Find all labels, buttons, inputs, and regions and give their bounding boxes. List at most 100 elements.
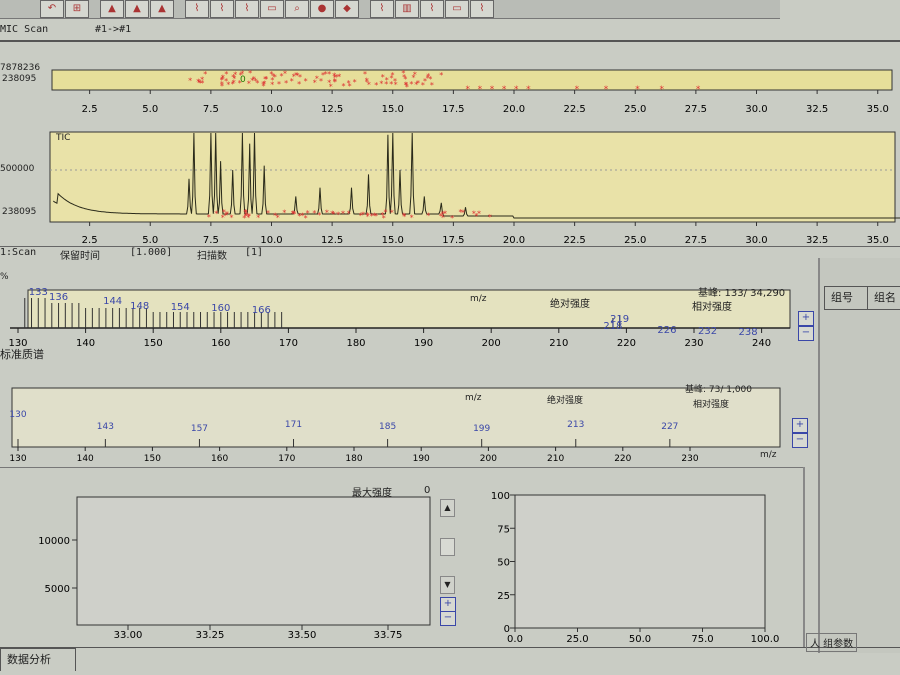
- integrate-3-button[interactable]: ⌇: [420, 0, 444, 18]
- rt-label: 保留时间: [60, 247, 100, 262]
- zoom-out-icon[interactable]: −: [440, 611, 456, 626]
- zoom-in-icon[interactable]: +: [792, 418, 808, 433]
- tab-data-analysis[interactable]: 数据分析: [0, 648, 76, 671]
- library-spectrum[interactable]: 130 143 157 171 185 199 213 227 130 140 150 160 170 1…: [0, 375, 800, 465]
- x-tick-label: 30.0: [745, 104, 767, 115]
- peak-marker: *: [304, 77, 308, 86]
- scan-number-label: 扫描数: [197, 247, 227, 262]
- peak-marker: *: [247, 80, 251, 89]
- x-tick-label: 150: [144, 338, 163, 349]
- integrate-4-button[interactable]: ▭: [445, 0, 469, 18]
- point-button[interactable]: ●: [310, 0, 334, 18]
- scroll-thumb[interactable]: [440, 538, 455, 556]
- peak-marker: *: [410, 214, 414, 223]
- peak-label: 133: [29, 287, 48, 298]
- peak-marker: *: [635, 85, 640, 95]
- column-group-number[interactable]: 组号: [825, 291, 853, 304]
- vertical-scrollbar[interactable]: [803, 467, 805, 647]
- peak-pick-2-button[interactable]: ⌇: [210, 0, 234, 18]
- zoom-plot-area: [77, 497, 430, 625]
- x-tick-label: 150: [144, 454, 161, 464]
- y-tick-label: 25: [497, 591, 510, 602]
- spectrum-abs-label: 绝对强度: [550, 295, 590, 310]
- x-tick-label: 210: [549, 338, 568, 349]
- chrom-3-button[interactable]: ▲: [150, 0, 174, 18]
- peak-marker: *: [385, 76, 389, 85]
- peak-pick-3-button[interactable]: ⌇: [235, 0, 259, 18]
- y-tick-label: 75: [497, 524, 510, 535]
- x-tick-label: 12.5: [321, 104, 343, 115]
- color-button[interactable]: ◆: [335, 0, 359, 18]
- x-tick-label: 35.0: [867, 104, 889, 115]
- peak-marker: *: [474, 212, 478, 221]
- peak-label: 219: [610, 314, 629, 325]
- peak-marker: *: [221, 213, 225, 222]
- x-tick-label: 230: [681, 454, 698, 464]
- peak-marker: *: [264, 75, 268, 84]
- peak-label: 226: [657, 325, 676, 336]
- peak-marker: *: [414, 80, 418, 89]
- chromatogram-area[interactable]: **** ** ******** ***** * ** *** ** ******** **** *…: [0, 60, 900, 250]
- similarity-plot[interactable]: 10075502500.0 25.0 50.0 75.0 100.0: [470, 480, 790, 650]
- zoom-in-icon[interactable]: +: [440, 597, 456, 612]
- peak-marker: *: [381, 73, 385, 82]
- x-tick-label: 200: [480, 454, 497, 464]
- peak-marker: *: [402, 213, 406, 222]
- peak-marker: *: [327, 70, 331, 79]
- peak-marker: *: [526, 85, 531, 95]
- peak-label: 157: [191, 424, 208, 434]
- chrom-1-button[interactable]: ▲: [100, 0, 124, 18]
- peak-marker: *: [389, 80, 393, 89]
- scroll-down-button[interactable]: ▼: [440, 576, 455, 594]
- peak-marker: *: [323, 70, 327, 79]
- chromatogram-zoom-plot[interactable]: 10000 5000 33.00 33.25 33.50 33.75: [0, 480, 480, 650]
- chrom-2-button[interactable]: ▲: [125, 0, 149, 18]
- x-tick-label: 33.00: [114, 630, 143, 641]
- peak-marker: *: [428, 75, 432, 84]
- peak-marker: *: [450, 214, 454, 223]
- peak-marker: *: [200, 75, 204, 84]
- mass-spectrum[interactable]: 133 136 144 148 154 160 166218219226 232 238130 1…: [0, 280, 800, 355]
- peak-marker: *: [458, 208, 462, 217]
- search-button[interactable]: ⌕: [285, 0, 309, 18]
- peak-marker: *: [312, 209, 316, 218]
- x-tick-label: 33.25: [196, 630, 225, 641]
- peak-marker: *: [341, 210, 345, 219]
- spectrum-mz-label: m/z: [470, 294, 487, 304]
- column-group-name[interactable]: 组名: [867, 287, 896, 309]
- peak-marker: *: [502, 85, 507, 95]
- peak-label: 171: [285, 420, 302, 430]
- peak-label: 213: [567, 420, 584, 430]
- zoom-out-icon[interactable]: −: [798, 326, 814, 341]
- peak-label: 199: [473, 424, 490, 434]
- peak-marker: *: [298, 212, 302, 221]
- zoom-in-icon[interactable]: +: [798, 311, 814, 326]
- x-tick-label: 2.5: [82, 235, 98, 246]
- tab-group-params[interactable]: 人 组参数: [806, 633, 857, 652]
- peak-marker: *: [366, 212, 370, 221]
- x-tick-label: 210: [547, 454, 564, 464]
- peak-label: 185: [379, 422, 396, 432]
- peak-marker: *: [256, 213, 260, 222]
- overview-strip: [52, 70, 892, 90]
- peak-marker: *: [353, 78, 357, 87]
- library-axis-unit: m/z: [760, 450, 777, 460]
- zoom-out-icon[interactable]: −: [792, 433, 808, 448]
- annotate-button[interactable]: ▭: [260, 0, 284, 18]
- library-rel-label: 相对强度: [693, 397, 729, 410]
- integrate-1-button[interactable]: ⌇: [370, 0, 394, 18]
- peak-pick-1-button[interactable]: ⌇: [185, 0, 209, 18]
- peak-marker: *: [403, 75, 407, 84]
- zoom-back-button[interactable]: ↶: [40, 0, 64, 18]
- scroll-up-button[interactable]: ▲: [440, 499, 455, 517]
- integrate-2-button[interactable]: ▥: [395, 0, 419, 18]
- peak-marker: *: [347, 209, 351, 218]
- x-tick-label: 12.5: [321, 235, 343, 246]
- tic-ytick-238095: 238095: [2, 207, 36, 217]
- peak-marker: *: [315, 75, 319, 84]
- tab-group-params-label: 人 组参数: [810, 639, 853, 650]
- x-tick-label: 27.5: [685, 104, 707, 115]
- peak-label: 238: [739, 327, 758, 338]
- zoom-all-button[interactable]: ⊞: [65, 0, 89, 18]
- integrate-5-button[interactable]: ⌇: [470, 0, 494, 18]
